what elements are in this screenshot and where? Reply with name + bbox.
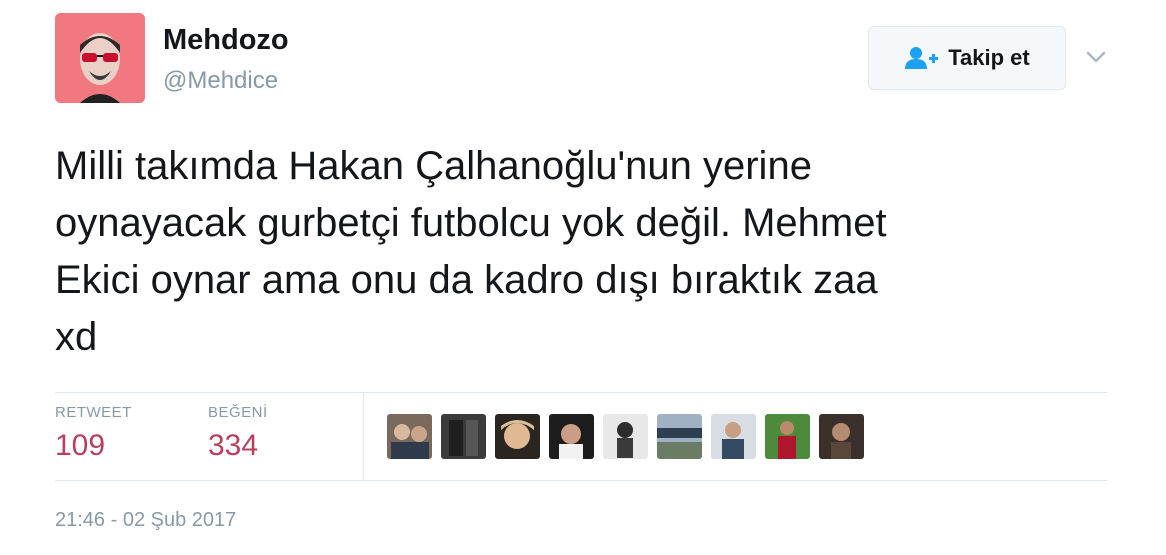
user-handle[interactable]: @Mehdice bbox=[163, 67, 278, 95]
liker-avatar[interactable] bbox=[441, 414, 486, 459]
avatar[interactable] bbox=[55, 13, 145, 103]
liker-avatar[interactable] bbox=[387, 414, 432, 459]
liker-avatar[interactable] bbox=[603, 414, 648, 459]
like-label: BEĞENİ bbox=[208, 404, 268, 421]
follow-button-label: Takip et bbox=[948, 45, 1030, 70]
divider bbox=[55, 392, 1107, 393]
follow-user-icon bbox=[904, 46, 940, 70]
display-name[interactable]: Mehdozo bbox=[163, 24, 289, 57]
liker-avatar[interactable] bbox=[549, 414, 594, 459]
liker-avatar[interactable] bbox=[657, 414, 702, 459]
liker-avatar[interactable] bbox=[495, 414, 540, 459]
like-count: 334 bbox=[208, 429, 259, 462]
retweet-count: 109 bbox=[55, 429, 106, 462]
liker-avatar[interactable] bbox=[819, 414, 864, 459]
avatar-image bbox=[55, 13, 145, 103]
divider bbox=[55, 480, 1107, 481]
like-stat[interactable]: BEĞENİ 334 bbox=[208, 404, 268, 463]
follow-button[interactable]: Takip et bbox=[868, 26, 1066, 90]
tweet-timestamp[interactable]: 21:46 - 02 Şub 2017 bbox=[55, 509, 236, 532]
liker-avatar[interactable] bbox=[765, 414, 810, 459]
liker-avatar[interactable] bbox=[711, 414, 756, 459]
tweet-text: Milli takımda Hakan Çalhanoğlu'nun yerin… bbox=[55, 144, 887, 359]
chevron-down-icon[interactable] bbox=[1084, 45, 1108, 69]
retweet-label: RETWEET bbox=[55, 404, 132, 421]
stat-separator bbox=[363, 393, 364, 480]
liker-avatars bbox=[387, 414, 864, 459]
retweet-stat[interactable]: RETWEET 109 bbox=[55, 404, 132, 463]
